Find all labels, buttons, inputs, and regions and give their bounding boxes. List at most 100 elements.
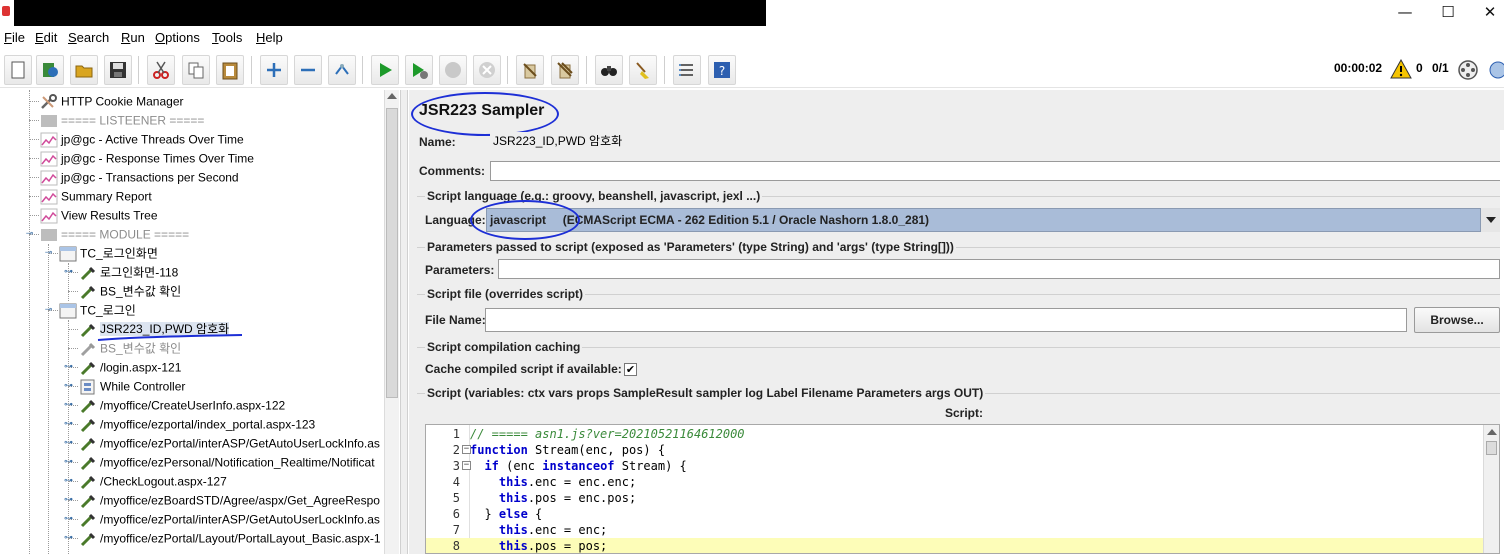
comments-field[interactable] xyxy=(490,161,1504,181)
help-icon[interactable]: ? xyxy=(708,55,736,85)
tree-item-summary-report[interactable]: Summary Report xyxy=(40,187,152,206)
menu-file[interactable]: File xyxy=(4,30,25,45)
menu-search[interactable]: Search xyxy=(68,30,109,45)
maximize-button[interactable]: ☐ xyxy=(1436,2,1460,22)
compilation-caching-group-title: Script compilation caching xyxy=(425,340,583,354)
expand-all-icon[interactable] xyxy=(260,55,288,85)
tree-item-bs-check-variable[interactable]: BS_변수값 확인 xyxy=(79,282,181,301)
expander-row-16[interactable]: ⊶ xyxy=(64,401,73,410)
tree-item-while-controller[interactable]: While Controller xyxy=(79,377,185,396)
scroll-up-arrow-icon[interactable] xyxy=(387,93,397,99)
test-plan-tree: ⊸ ⊸ ⊶ ⊸ ⊶ ⊶ ⊶ ⊶ ⊶ ⊶ ⊶ ⊶ ⊶ ⊶ HTTP Cookie … xyxy=(0,90,384,554)
menu-run[interactable]: Run xyxy=(121,30,145,45)
tree-item-get-auto-user-lock-2[interactable]: /myoffice/ezPortal/interASP/GetAutoUserL… xyxy=(79,510,380,529)
collapse-all-icon[interactable] xyxy=(294,55,322,85)
editor-scroll-thumb[interactable] xyxy=(1486,441,1497,455)
sampler-pipette-icon xyxy=(80,399,96,413)
tree-item-check-logout[interactable]: /CheckLogout.aspx-127 xyxy=(79,472,227,491)
toggle-icon[interactable] xyxy=(328,55,356,85)
paste-icon[interactable] xyxy=(216,55,244,85)
stop-icon[interactable] xyxy=(439,55,467,85)
file-name-field[interactable] xyxy=(485,308,1407,332)
menu-options[interactable]: Options xyxy=(155,30,200,45)
tree-item-bs-check-variable-disabled[interactable]: BS_변수값 확인 xyxy=(79,339,181,358)
tree-scrollbar[interactable] xyxy=(384,90,399,554)
search-binoculars-icon[interactable] xyxy=(595,55,623,85)
script-label: Script: xyxy=(945,406,984,420)
copy-icon[interactable] xyxy=(182,55,210,85)
tree-item-get-auto-user-lock-1[interactable]: /myoffice/ezPortal/interASP/GetAutoUserL… xyxy=(79,434,380,453)
script-editor[interactable]: 1// ===== asn1.js?ver=20210521164612000 2… xyxy=(425,424,1500,554)
tree-item-response-times[interactable]: jp@gc - Response Times Over Time xyxy=(40,149,254,168)
expander-row-22[interactable]: ⊶ xyxy=(64,515,73,524)
cut-icon[interactable] xyxy=(147,55,175,85)
code-line[interactable]: 6 } else { xyxy=(426,506,1485,522)
new-icon[interactable] xyxy=(4,55,32,85)
tree-item-transactions-per-second[interactable]: jp@gc - Transactions per Second xyxy=(40,168,239,187)
tree-item-get-agree-respo[interactable]: /myoffice/ezBoardSTD/Agree/aspx/Get_Agre… xyxy=(79,491,380,510)
code-line[interactable]: 8 this.pos = pos; xyxy=(426,538,1485,553)
tree-item-tc-login[interactable]: TC_로그인 xyxy=(59,301,136,320)
start-no-pauses-icon[interactable] xyxy=(405,55,433,85)
scroll-up-arrow-icon[interactable] xyxy=(1487,429,1497,435)
tree-item-tc-login-screen[interactable]: TC_로그인화면 xyxy=(59,244,158,263)
menu-tools[interactable]: Tools xyxy=(212,30,242,45)
expander-row-20[interactable]: ⊶ xyxy=(64,477,73,486)
minimize-button[interactable]: — xyxy=(1393,2,1417,22)
start-icon[interactable] xyxy=(371,55,399,85)
code-text: if (enc instanceof Stream) { xyxy=(484,459,687,473)
sampler-pipette-icon xyxy=(80,361,96,375)
tree-item-portal-layout-basic[interactable]: /myoffice/ezPortal/Layout/PortalLayout_B… xyxy=(79,529,381,548)
tree-item-view-results-tree[interactable]: View Results Tree xyxy=(40,206,158,225)
code-line[interactable]: 1 // ===== asn1.js?ver=20210521164612000 xyxy=(426,426,1485,442)
expander-row-18[interactable]: ⊶ xyxy=(64,439,73,448)
save-icon[interactable] xyxy=(104,55,132,85)
clear-icon[interactable] xyxy=(516,55,544,85)
tree-item-active-threads[interactable]: jp@gc - Active Threads Over Time xyxy=(40,130,244,149)
menu-edit[interactable]: Edit xyxy=(35,30,57,45)
tree-item-login-121[interactable]: /login.aspx-121 xyxy=(79,358,181,377)
shutdown-icon[interactable] xyxy=(473,55,501,85)
pane-splitter[interactable] xyxy=(400,90,408,554)
expander-row-21[interactable]: ⊶ xyxy=(64,496,73,505)
remote-status-icon[interactable] xyxy=(1457,59,1479,81)
tree-item-index-portal[interactable]: /myoffice/ezportal/index_portal.aspx-123 xyxy=(79,415,315,434)
expander-login-screen-118[interactable]: ⊶ xyxy=(64,268,73,277)
log-viewer-icon[interactable] xyxy=(1486,59,1504,81)
expander-while-controller[interactable]: ⊶ xyxy=(64,382,73,391)
code-line[interactable]: 2− function Stream(enc, pos) { xyxy=(426,442,1485,458)
tree-item-notification-realtime[interactable]: /myoffice/ezPersonal/Notification_Realti… xyxy=(79,453,375,472)
menu-help[interactable]: Help xyxy=(256,30,283,45)
tree-scroll-thumb[interactable] xyxy=(386,108,398,398)
function-helper-icon[interactable] xyxy=(673,55,701,85)
tree-item-module-separator[interactable]: ===== MODULE ===== xyxy=(40,225,189,244)
open-icon[interactable] xyxy=(70,55,98,85)
code-line[interactable]: 3− if (enc instanceof Stream) { xyxy=(426,458,1485,474)
tree-item-create-user-info[interactable]: /myoffice/CreateUserInfo.aspx-122 xyxy=(79,396,285,415)
expander-tc-login[interactable]: ⊸ xyxy=(44,306,53,315)
warning-icon[interactable] xyxy=(1390,59,1412,79)
expander-login-121[interactable]: ⊶ xyxy=(64,363,73,372)
clear-all-icon[interactable] xyxy=(551,55,579,85)
reset-search-broom-icon[interactable] xyxy=(629,55,657,85)
close-button[interactable]: ✕ xyxy=(1478,2,1502,22)
templates-icon[interactable] xyxy=(36,55,64,85)
tree-item-login-screen-118[interactable]: 로그인화면-118 xyxy=(79,263,178,282)
expander-tc-login-screen[interactable]: ⊸ xyxy=(44,249,53,258)
code-line[interactable]: 5 this.pos = enc.pos; xyxy=(426,490,1485,506)
tree-item-http-cookie-manager[interactable]: HTTP Cookie Manager xyxy=(40,92,184,111)
code-line[interactable]: 7 this.enc = enc; xyxy=(426,522,1485,538)
cache-checkbox[interactable]: ✔ xyxy=(624,363,637,376)
tree-item-listener-separator[interactable]: ===== LISTEENER ===== xyxy=(40,111,204,130)
browse-button[interactable]: Browse... xyxy=(1414,307,1500,333)
language-select[interactable]: javascript (ECMAScript ECMA - 262 Editio… xyxy=(486,208,1500,232)
name-field[interactable]: JSR223_ID,PWD 암호화 xyxy=(490,132,1504,152)
expander-row-19[interactable]: ⊶ xyxy=(64,458,73,467)
expander-module[interactable]: ⊸ xyxy=(25,230,34,239)
code-line[interactable]: 4 this.enc = enc.enc; xyxy=(426,474,1485,490)
expander-row-23[interactable]: ⊶ xyxy=(64,534,73,543)
chevron-down-icon[interactable] xyxy=(1480,208,1500,232)
expander-row-17[interactable]: ⊶ xyxy=(64,420,73,429)
editor-scrollbar[interactable] xyxy=(1483,425,1499,553)
parameters-field[interactable] xyxy=(498,259,1500,279)
